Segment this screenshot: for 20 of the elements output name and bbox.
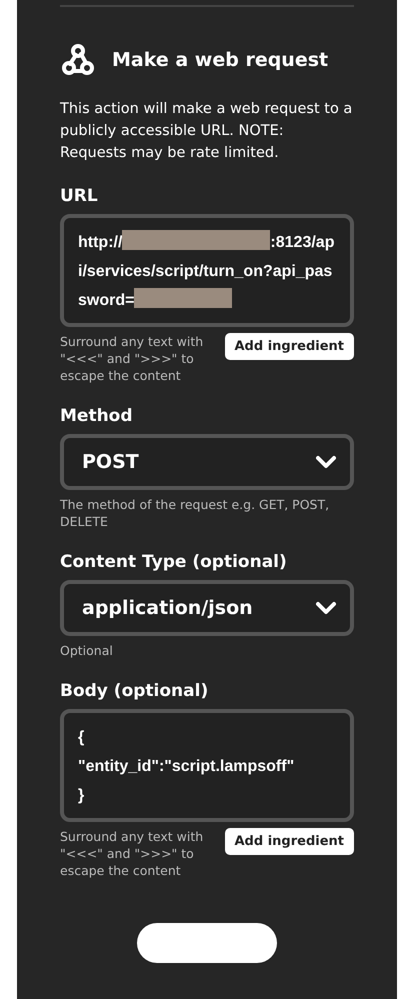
chevron-down-icon [316,601,336,615]
action-title: Make a web request [112,49,328,71]
field-hint: Surround any text with "<<<" and ">>>" to escape the content [60,333,204,384]
text-field[interactable]: http:// :8123/api/services/script/turn_on?api_password= [60,214,354,327]
action-description: This action will make a web request to a publicly accessible URL. NOTE: Requests may be rate limited. [60,100,354,163]
field-label: URL [60,186,99,206]
field-label: Method [60,406,134,426]
text-field[interactable]: { "entity_id":"script.lampsoff" } [60,709,354,822]
field-label: Content Type (optional) [60,552,288,572]
field-label: Body (optional) [60,681,210,701]
field-hint: Optional [60,642,113,659]
bottom-button[interactable] [137,923,277,963]
field-hint: Surround any text with "<<<" and ">>>" to escape the content [60,828,204,879]
webhook-icon [60,42,96,78]
chevron-down-icon [316,455,336,469]
add-ingredient-button[interactable]: Add ingredient [224,828,354,855]
select-field[interactable]: POST [60,434,354,490]
select-field[interactable]: application/json [60,580,354,636]
field-hint: The method of the request e.g. GET, POST, DELETE [60,496,330,530]
add-ingredient-button[interactable]: Add ingredient [224,333,354,360]
